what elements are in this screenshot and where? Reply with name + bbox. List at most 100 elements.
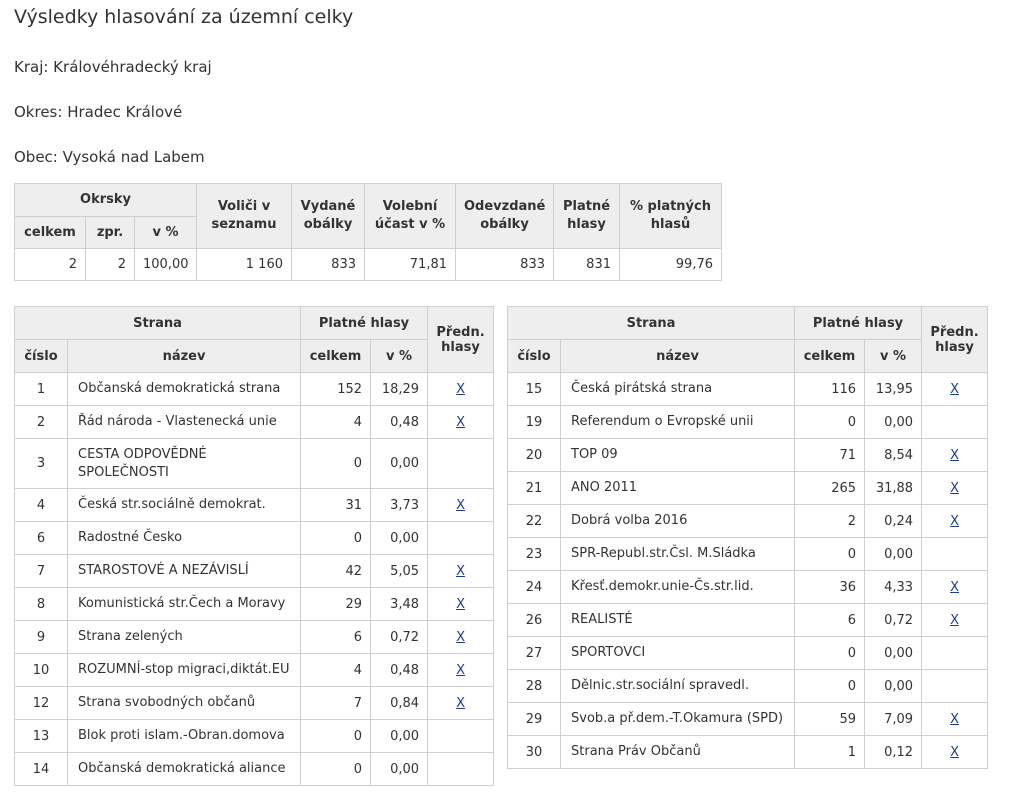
header-celkem: celkem [300,339,372,373]
party-votes-total-cell: 31 [300,488,372,522]
party-row: 8 Komunistická str.Čech a Moravy 29 3,48 X [14,587,495,621]
pref-votes-link[interactable]: X [950,448,959,463]
party-votes-total-cell: 0 [300,521,372,555]
party-row: 14 Občanská demokratická aliance 0 0,00 [14,752,495,786]
party-votes-total-cell: 0 [300,438,372,489]
party-name-cell: ANO 2011 [559,471,796,505]
value-volici: 1 160 [196,248,292,281]
parties-table-left: Strana Platné hlasy Předn. hlasy číslo n… [13,306,495,786]
header-platne-hlasy: Platné hlasy [300,306,429,340]
party-row: 22 Dobrá volba 2016 2 0,24 X [507,504,989,538]
party-votes-pct-cell: 0,72 [864,603,923,637]
party-votes-pct-cell: 13,95 [864,372,923,406]
party-votes-total-cell: 4 [300,405,372,439]
party-pref-votes-cell: X [427,620,495,654]
header-predn-hlasy: Předn. hlasy [427,306,495,373]
value-okrsky-pct: 100,00 [134,248,197,281]
party-votes-pct-cell: 0,00 [370,752,429,786]
pref-votes-link[interactable]: X [950,382,959,397]
party-number-cell: 26 [507,603,561,637]
pref-votes-link[interactable]: X [456,564,465,579]
party-name-cell: Občanská demokratická aliance [66,752,302,786]
party-row: 1 Občanská demokratická strana 152 18,29 X [14,372,495,406]
party-name-cell: Česká pirátská strana [559,372,796,406]
party-pref-votes-cell [921,636,989,670]
pref-votes-link[interactable]: X [950,745,959,760]
party-row: 30 Strana Práv Občanů 1 0,12 X [507,735,989,769]
party-row: 13 Blok proti islam.-Obran.domova 0 0,00 [14,719,495,753]
party-votes-total-cell: 0 [794,669,866,703]
party-row: 9 Strana zelených 6 0,72 X [14,620,495,654]
party-number-cell: 22 [507,504,561,538]
party-votes-total-cell: 265 [794,471,866,505]
pref-votes-link[interactable]: X [456,415,465,430]
party-number-cell: 29 [507,702,561,736]
header-strana: Strana [13,306,302,340]
party-number-cell: 6 [14,521,68,555]
pref-votes-link[interactable]: X [950,514,959,529]
pref-votes-link[interactable]: X [456,630,465,645]
pref-votes-link[interactable]: X [950,481,959,496]
party-row: 6 Radostné Česko 0 0,00 [14,521,495,555]
party-votes-total-cell: 0 [794,537,866,571]
party-pref-votes-cell [427,438,495,489]
pref-votes-link[interactable]: X [456,382,465,397]
header-strana: Strana [506,306,796,340]
party-votes-total-cell: 29 [300,587,372,621]
party-number-cell: 27 [507,636,561,670]
party-votes-pct-cell: 18,29 [370,372,429,406]
party-number-cell: 21 [507,471,561,505]
pref-votes-link[interactable]: X [456,696,465,711]
header-okrsky-zpr: zpr. [85,216,135,249]
pref-votes-link[interactable]: X [456,663,465,678]
party-row: 10 ROZUMNÍ-stop migraci,diktát.EU 4 0,48 X [14,653,495,687]
party-votes-total-cell: 36 [794,570,866,604]
party-number-cell: 12 [14,686,68,720]
party-row: 7 STAROSTOVÉ A NEZÁVISLÍ 42 5,05 X [14,554,495,588]
party-row: 12 Strana svobodných občanů 7 0,84 X [14,686,495,720]
party-row: 29 Svob.a př.dem.-T.Okamura (SPD) 59 7,09 X [507,702,989,736]
party-votes-pct-cell: 0,24 [864,504,923,538]
header-v-pct: v % [370,339,429,373]
header-nazev: název [559,339,796,373]
party-pref-votes-cell: X [921,438,989,472]
party-row: 26 REALISTÉ 6 0,72 X [507,603,989,637]
party-votes-pct-cell: 0,00 [370,521,429,555]
pref-votes-link[interactable]: X [456,498,465,513]
party-votes-pct-cell: 0,72 [370,620,429,654]
header-nazev: název [66,339,302,373]
pref-votes-link[interactable]: X [950,580,959,595]
party-name-cell: SPORTOVCI [559,636,796,670]
value-okrsky-zpr: 2 [85,248,135,281]
summary-row: 2 2 100,00 1 160 833 71,81 833 831 99,76 [14,248,722,281]
party-votes-pct-cell: 7,09 [864,702,923,736]
pref-votes-link[interactable]: X [950,712,959,727]
party-name-cell: Komunistická str.Čech a Moravy [66,587,302,621]
party-name-cell: CESTA ODPOVĚDNÉ SPOLEČNOSTI [66,438,302,489]
party-name-cell: Blok proti islam.-Obran.domova [66,719,302,753]
party-pref-votes-cell [921,669,989,703]
value-okrsky-celkem: 2 [14,248,86,281]
party-row: 28 Dělnic.str.sociální spravedl. 0 0,00 [507,669,989,703]
party-pref-votes-cell: X [921,372,989,406]
value-platne: 831 [553,248,620,281]
summary-table: Okrsky Voliči v seznamu Vydané obálky Vo… [14,183,722,281]
pref-votes-link[interactable]: X [950,613,959,628]
party-number-cell: 14 [14,752,68,786]
party-pref-votes-cell: X [427,372,495,406]
party-name-cell: Občanská demokratická strana [66,372,302,406]
value-ucast: 71,81 [364,248,456,281]
header-cislo: číslo [507,339,561,373]
party-votes-pct-cell: 0,84 [370,686,429,720]
party-votes-total-cell: 6 [794,603,866,637]
header-ucast: Volební účast v % [364,183,456,249]
party-votes-pct-cell: 3,48 [370,587,429,621]
party-votes-total-cell: 4 [300,653,372,687]
party-votes-pct-cell: 4,33 [864,570,923,604]
party-votes-total-cell: 0 [794,636,866,670]
party-number-cell: 8 [14,587,68,621]
party-votes-total-cell: 0 [794,405,866,439]
party-number-cell: 19 [507,405,561,439]
pref-votes-link[interactable]: X [456,597,465,612]
party-name-cell: Strana Práv Občanů [559,735,796,769]
